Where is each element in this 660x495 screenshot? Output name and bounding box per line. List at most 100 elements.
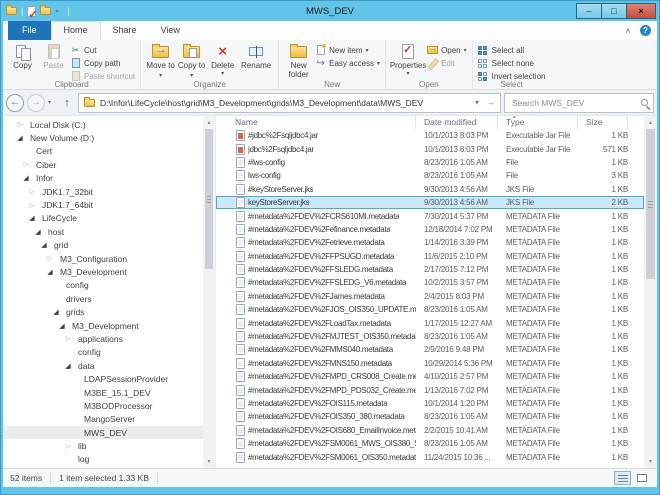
scroll-down-icon[interactable]: ▾ bbox=[203, 455, 215, 468]
open-button[interactable]: Open ▾ bbox=[427, 44, 467, 56]
close-button[interactable]: × bbox=[626, 3, 656, 19]
tree-item[interactable]: ▷ Local Disk (C:) bbox=[3, 118, 203, 131]
paste-button[interactable]: Paste bbox=[39, 42, 68, 70]
file-row[interactable]: #metadata%2FDEV%2FSM0061_OIS350.metadata… bbox=[216, 450, 644, 463]
tab-home[interactable]: Home bbox=[51, 21, 101, 40]
tree-item[interactable]: config bbox=[3, 346, 203, 359]
qat-customize-caret-icon[interactable]: ▾ bbox=[55, 8, 63, 15]
file-row[interactable]: #metadata%2FDEV%2FMPD_PDS032_Create.meta… bbox=[216, 383, 644, 396]
scroll-up-icon[interactable]: ▴ bbox=[644, 116, 657, 129]
tab-view[interactable]: View bbox=[149, 21, 192, 40]
tree-item[interactable]: ◢ M3_Development bbox=[3, 265, 203, 278]
copy-path-button[interactable]: Copy path bbox=[70, 57, 135, 69]
tree-item[interactable]: ▷ lib bbox=[3, 439, 203, 452]
file-row[interactable]: #metadata%2FDEV%2FJOS_OIS350_UPDATE.meta… bbox=[216, 303, 644, 316]
file-row[interactable]: #jdbc%2Fsqljdbc4.jar 10/1/2013 8:03 PM E… bbox=[216, 129, 644, 142]
forward-button[interactable]: → bbox=[27, 94, 45, 112]
expander-icon[interactable]: ▷ bbox=[63, 335, 73, 342]
tree-item[interactable]: ▷ Ciber bbox=[3, 158, 203, 171]
tree-item[interactable]: Cert bbox=[3, 145, 203, 158]
expander-icon[interactable]: ▷ bbox=[15, 121, 25, 128]
help-icon[interactable]: ? bbox=[640, 25, 651, 36]
file-row[interactable]: #metadata%2FDEV%2Fetrieve.metadata 1/14/… bbox=[216, 236, 644, 249]
details-view-button[interactable] bbox=[614, 471, 631, 485]
tree-item[interactable]: ◢ LifeCycle bbox=[3, 212, 203, 225]
tree-item[interactable]: ▷ M3_Configuration bbox=[3, 252, 203, 265]
tree-item[interactable]: MWS_DEV bbox=[3, 426, 203, 439]
file-row[interactable]: #metadata%2FDEV%2FFSLEDG.metadata 2/17/2… bbox=[216, 263, 644, 276]
tree-item[interactable]: drivers bbox=[3, 292, 203, 305]
edit-button[interactable]: Edit bbox=[427, 57, 467, 69]
recent-locations-caret-icon[interactable]: ▾ bbox=[48, 99, 56, 106]
file-row[interactable]: #metadata%2FDEV%2FSM0061_MWS_OIS380_SUBM… bbox=[216, 437, 644, 450]
easy-access-button[interactable]: ↪ Easy access ▾ bbox=[315, 57, 380, 69]
qat-properties-icon[interactable] bbox=[27, 6, 36, 17]
file-row[interactable]: #metadata%2FDEV%2Fefinance.metadata 12/1… bbox=[216, 223, 644, 236]
tree-item[interactable]: ▷ JDK1.7_32bit bbox=[3, 185, 203, 198]
tree-item[interactable]: ◢ M3_Development bbox=[3, 319, 203, 332]
tree-scrollbar-thumb[interactable] bbox=[205, 129, 213, 269]
file-row[interactable]: keyStoreServer.jks 9/30/2013 4:56 AM JKS… bbox=[216, 196, 644, 209]
expander-icon[interactable]: ◢ bbox=[63, 362, 73, 370]
tree-scrollbar[interactable]: ▴ ▾ bbox=[203, 116, 215, 468]
search-input[interactable] bbox=[510, 97, 641, 109]
minimize-ribbon-icon[interactable]: ∧ bbox=[625, 26, 631, 35]
copy-button[interactable]: Copy bbox=[8, 42, 37, 70]
new-folder-button[interactable]: New folder bbox=[284, 42, 313, 79]
file-row[interactable]: #lws-config 8/23/2016 1:05 AM File 1 KB bbox=[216, 156, 644, 169]
file-row[interactable]: #metadata%2FDEV%2FCRS610MI.metadata 7/30… bbox=[216, 209, 644, 222]
expander-icon[interactable]: ◢ bbox=[21, 174, 31, 182]
file-row[interactable]: jdbc%2Fsqljdbc4.jar 10/1/2013 8:03 PM Ex… bbox=[216, 142, 644, 155]
file-row[interactable]: #metadata%2FDEV%2FOIS350_380.metadata 8/… bbox=[216, 410, 644, 423]
expander-icon[interactable]: ◢ bbox=[51, 308, 61, 316]
tree-item[interactable]: ◢ Infor bbox=[3, 172, 203, 185]
go-arrow-icon[interactable]: → bbox=[487, 98, 495, 107]
expander-icon[interactable]: ▷ bbox=[27, 188, 37, 195]
thumbnails-view-button[interactable] bbox=[633, 471, 650, 485]
tree-item[interactable]: LDAPSessionProvider bbox=[3, 372, 203, 385]
minimize-button[interactable]: – bbox=[576, 3, 602, 19]
tree-item[interactable]: ◢ host bbox=[3, 225, 203, 238]
select-none-button[interactable]: Select none bbox=[478, 57, 546, 69]
list-scrollbar[interactable]: ▴ ▾ bbox=[644, 116, 657, 468]
tab-share[interactable]: Share bbox=[101, 21, 149, 40]
file-row[interactable]: #metadata%2FDEV%2FMJTEST_OIS350.metadata… bbox=[216, 330, 644, 343]
file-row[interactable]: #metadata%2FDEV%2FFSLEDG_V6.metadata 10/… bbox=[216, 276, 644, 289]
delete-button[interactable]: × Delete ▾ bbox=[208, 42, 237, 79]
expander-icon[interactable]: ▷ bbox=[63, 443, 73, 450]
tree-item[interactable]: ◢ grids bbox=[3, 305, 203, 318]
new-item-button[interactable]: New item ▾ bbox=[315, 44, 380, 56]
tree-item[interactable]: config bbox=[3, 279, 203, 292]
scroll-down-icon[interactable]: ▾ bbox=[644, 455, 657, 468]
expander-icon[interactable]: ▷ bbox=[27, 202, 37, 209]
expander-icon[interactable]: ▷ bbox=[45, 255, 55, 262]
up-button[interactable]: ↑ bbox=[59, 97, 75, 109]
file-row[interactable]: lws-config 8/23/2016 1:05 AM File 3 KB bbox=[216, 169, 644, 182]
expander-icon[interactable]: ◢ bbox=[39, 241, 49, 249]
tree-item[interactable]: ◢ New Volume (D:) bbox=[3, 131, 203, 144]
expander-icon[interactable]: ◢ bbox=[27, 214, 37, 222]
file-row[interactable]: #metadata%2FDEV%2FOIS115.metadata 10/1/2… bbox=[216, 397, 644, 410]
file-row[interactable]: #metadata%2FDEV%2FFPSUGD.metadata 11/6/2… bbox=[216, 250, 644, 263]
copy-to-button[interactable]: Copy to ▾ bbox=[177, 42, 206, 81]
tree-item[interactable]: log bbox=[3, 453, 203, 466]
file-row[interactable]: #metadata%2FDEV%2FJames.metadata 2/4/201… bbox=[216, 290, 644, 303]
file-row[interactable]: #metadata%2FDEV%2FMPD_CRS008_Create.meta… bbox=[216, 370, 644, 383]
expander-icon[interactable]: ▷ bbox=[21, 161, 31, 168]
move-to-button[interactable]: Move to ▾ bbox=[146, 42, 175, 81]
tree-item[interactable]: M3BODProcessor bbox=[3, 399, 203, 412]
expander-icon[interactable]: ◢ bbox=[45, 268, 55, 276]
file-row[interactable]: #metadata%2FDEV%2FMMS040.metadata 2/9/20… bbox=[216, 343, 644, 356]
address-input[interactable]: D:\Infor\LifeCycle\host\grid\M3_Developm… bbox=[78, 93, 501, 113]
tree-item[interactable]: ▷ applications bbox=[3, 332, 203, 345]
column-header-size[interactable]: Size bbox=[578, 116, 628, 129]
column-header-type[interactable]: Type ▲ bbox=[498, 116, 578, 129]
address-history-caret-icon[interactable]: ▾ bbox=[475, 98, 479, 107]
qat-new-folder-icon[interactable] bbox=[40, 7, 51, 15]
tree-item[interactable]: MangoServer bbox=[3, 413, 203, 426]
scroll-up-icon[interactable]: ▴ bbox=[203, 116, 215, 129]
expander-icon[interactable]: ◢ bbox=[57, 322, 67, 330]
column-header-date-modified[interactable]: Date modified bbox=[416, 116, 498, 129]
rename-button[interactable]: Rename bbox=[239, 42, 273, 70]
expander-icon[interactable]: ◢ bbox=[33, 228, 43, 236]
